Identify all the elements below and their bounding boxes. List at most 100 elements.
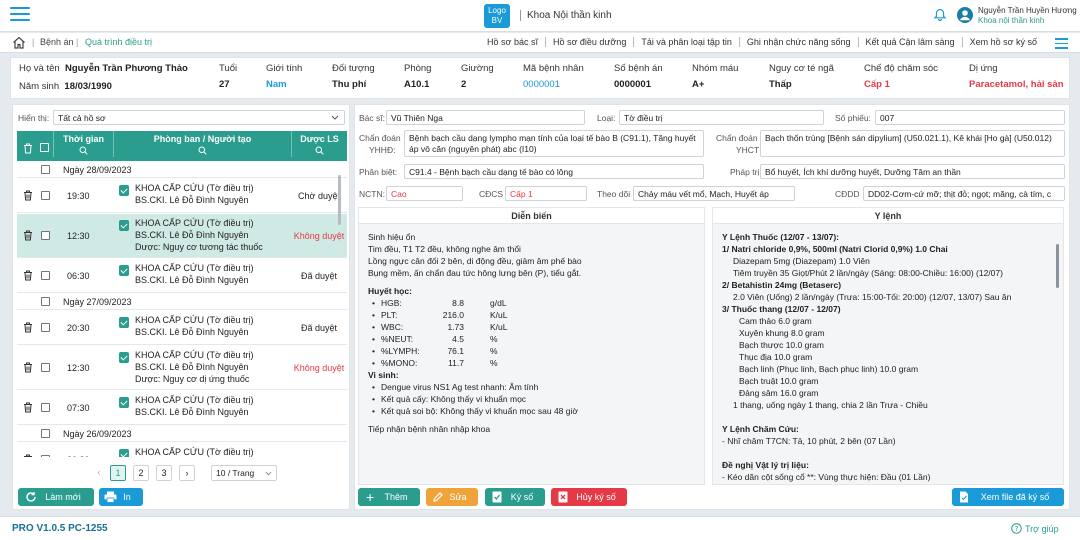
page-3-button[interactable]: 3 bbox=[156, 465, 172, 481]
page-1-button[interactable]: 1 bbox=[110, 465, 126, 481]
user-name[interactable]: Nguyễn Trần Huyền Hương bbox=[978, 6, 1077, 15]
trash-icon[interactable] bbox=[23, 230, 33, 241]
menu-lab-results[interactable]: Kết quả Cận lâm sàng bbox=[857, 37, 962, 47]
table-row[interactable]: 12:30 KHOA CẤP CỨU (Tờ điều trị) BS.CKI. L… bbox=[17, 346, 347, 390]
table-row[interactable]: 20:30KHOA CẤP CỨU (Tờ điều trị)BS.CKI. L… bbox=[17, 311, 347, 345]
diet-field[interactable]: DD02-Cơm-cứ mỡ; thịt đỏ; ngọt; măng, cà … bbox=[863, 186, 1065, 201]
breadcrumb-medical-record[interactable]: Bệnh án bbox=[40, 37, 74, 47]
test-name: HGB: bbox=[381, 298, 402, 308]
diagnosis-modern-field[interactable]: Bệnh bạch cầu dạng lympho mạn tính của l… bbox=[404, 130, 704, 157]
group-checkbox[interactable] bbox=[41, 429, 50, 438]
user-avatar-icon[interactable] bbox=[957, 7, 973, 23]
print-button[interactable]: In bbox=[99, 488, 143, 506]
more-menu-icon[interactable] bbox=[1055, 38, 1068, 49]
row-checkbox[interactable] bbox=[41, 191, 50, 200]
test-name: %NEUT: bbox=[381, 334, 414, 344]
menu-vital-signs[interactable]: Ghi nhận chức năng sống bbox=[738, 37, 858, 47]
order-line: Y Lệnh Chăm Cứu: bbox=[722, 424, 799, 434]
test-name: %LYMPH: bbox=[381, 346, 420, 356]
table-row[interactable]: 19:30 KHOA CẤP CỨU (Tờ điều trị) BS.CKI. L… bbox=[17, 179, 347, 213]
row-doctor: BS.CKI. Lê Đỗ Đình Nguyên bbox=[135, 327, 249, 337]
table-row[interactable]: 06:30 KHOA CẤP CỨU (Tờ điều trị) BS.CKI. L… bbox=[17, 259, 347, 293]
test-unit: g/dL bbox=[490, 298, 507, 308]
row-checkbox[interactable] bbox=[41, 323, 50, 332]
cancel-sign-button[interactable]: Hủy ký số bbox=[551, 488, 627, 506]
signature-icon bbox=[492, 491, 502, 503]
group-date: Ngày 26/09/2023 bbox=[63, 429, 132, 439]
menu-upload-files[interactable]: Tải và phân loại tập tin bbox=[633, 37, 739, 47]
trash-icon[interactable] bbox=[23, 190, 33, 201]
row-status: Không duyệt bbox=[293, 231, 345, 241]
view-signed-file-button[interactable]: Xem file đã ký số bbox=[952, 488, 1064, 506]
row-time: 19:30 bbox=[67, 191, 90, 201]
home-icon[interactable] bbox=[12, 36, 26, 49]
doctor-field[interactable]: Vũ Thiên Nga bbox=[386, 110, 585, 125]
test-value: 4.5 bbox=[452, 334, 464, 344]
care-regime-field[interactable]: Cấp 1 bbox=[505, 186, 587, 201]
ticket-number-field[interactable]: 007 bbox=[875, 110, 1065, 125]
row-checkbox[interactable] bbox=[41, 403, 50, 412]
treatment-sheet-panel: Bác sĩ: Vũ Thiên Nga Loại: Tờ điều trị S… bbox=[354, 104, 1070, 510]
row-time: 06:30 bbox=[67, 271, 90, 281]
order-line: - Nhĩ châm T7CN: Tả, 10 phút, 2 bên (07 … bbox=[722, 436, 896, 446]
patient-name: Nguyễn Trần Phương Thảo bbox=[64, 63, 188, 74]
patient-room: A10.1 bbox=[404, 79, 430, 90]
edit-button[interactable]: Sửa bbox=[426, 488, 478, 506]
test-unit: % bbox=[490, 358, 498, 368]
menu-doctor-records[interactable]: Hồ sơ bác sĩ bbox=[480, 37, 545, 47]
row-checkbox[interactable] bbox=[41, 231, 50, 240]
group-date: Ngày 27/09/2023 bbox=[63, 297, 132, 307]
order-line: Đề nghị Vật lý trị liệu: bbox=[722, 460, 809, 470]
order-line: 2.0 Viên (Uống) 2 lần/ngày (Trưa: 15:00-… bbox=[733, 292, 1012, 302]
order-line: Đảng sâm 16.0 gram bbox=[739, 388, 819, 398]
row-department: KHOA CẤP CỨU (Tờ điều trị) bbox=[135, 263, 254, 273]
microbiology-title: Vi sinh: bbox=[368, 370, 399, 380]
page-size-select[interactable]: 10 / Trang bbox=[211, 465, 277, 481]
row-checkbox[interactable] bbox=[41, 363, 50, 372]
order-line: Bạch linh (Phục linh, Bạch phục linh) 10… bbox=[739, 364, 919, 374]
trash-icon[interactable] bbox=[23, 454, 33, 457]
group-checkbox[interactable] bbox=[41, 165, 50, 174]
menu-icon[interactable] bbox=[10, 7, 30, 23]
footer: PRO V1.0.5 PC-1255 ? Trợ giúp bbox=[0, 516, 1080, 540]
patient-age: 27 bbox=[219, 79, 230, 90]
menu-nurse-records[interactable]: Hồ sơ điều dưỡng bbox=[544, 37, 633, 47]
row-checkbox[interactable] bbox=[41, 271, 50, 280]
table-row[interactable]: 20:30KHOA CẤP CỨU (Tờ điều trị)BS.CKI. L… bbox=[17, 443, 347, 457]
plus-icon: + bbox=[366, 489, 375, 505]
hematology-title: Huyết học: bbox=[368, 286, 412, 296]
table-row[interactable]: 07:30 KHOA CẤP CỨU (Tờ điều trị) BS.CKI. L… bbox=[17, 391, 347, 425]
trash-icon[interactable] bbox=[23, 270, 33, 281]
monitoring-field[interactable]: Chảy máu vết mổ, Mạch, Huyết áp bbox=[633, 186, 795, 201]
trash-icon[interactable] bbox=[23, 362, 33, 373]
date-group-row: Ngày 27/09/2023 bbox=[17, 294, 347, 310]
treatment-method-field[interactable]: Bổ huyết, Ích khí dưỡng huyết, Dưỡng Tâm… bbox=[760, 164, 1065, 179]
sign-button[interactable]: Ký số bbox=[485, 488, 545, 506]
type-field[interactable]: Tờ điều trị bbox=[619, 110, 824, 125]
refresh-button[interactable]: Làm mới bbox=[18, 488, 94, 506]
trash-icon[interactable] bbox=[23, 322, 33, 333]
nctn-field[interactable]: Cao bbox=[386, 186, 463, 201]
add-button[interactable]: + Thêm bbox=[358, 488, 420, 506]
row-checkbox[interactable] bbox=[41, 455, 50, 457]
menu-signed-records[interactable]: Xem hồ sơ ký số bbox=[961, 37, 1044, 47]
help-link[interactable]: Trợ giúp bbox=[1025, 524, 1059, 534]
next-page-button[interactable]: › bbox=[179, 465, 195, 481]
page-2-button[interactable]: 2 bbox=[133, 465, 149, 481]
differential-diagnosis-field[interactable]: C91.4 - Bệnh bạch cầu dạng tế bào có lôn… bbox=[404, 164, 704, 179]
trash-icon[interactable] bbox=[23, 402, 33, 413]
group-checkbox[interactable] bbox=[41, 297, 50, 306]
order-line: 1/ Natri chloride 0,9%, 500ml (Natri Clo… bbox=[722, 244, 948, 254]
table-row[interactable]: 12:30 KHOA CẤP CỨU (Tờ điều trị) BS.CKI. L… bbox=[17, 214, 347, 258]
test-value: 76.1 bbox=[447, 346, 464, 356]
microbiology-line: Dengue virus NS1 Ag test nhanh: Âm tính bbox=[381, 382, 539, 392]
chevron-down-icon bbox=[265, 471, 272, 476]
prev-page-button[interactable]: ‹ bbox=[91, 465, 107, 481]
help-icon[interactable]: ? bbox=[1011, 523, 1022, 534]
diagnosis-traditional-field[interactable]: Bạch thốn trùng [Bệnh sán dipylium] (U50… bbox=[760, 130, 1065, 157]
bell-icon[interactable] bbox=[933, 8, 947, 22]
test-unit: K/uL bbox=[490, 310, 508, 320]
orders-scrollbar[interactable] bbox=[1056, 244, 1059, 288]
breadcrumb-treatment-process[interactable]: Quá trình điều trị bbox=[85, 37, 152, 47]
table-scrollbar[interactable] bbox=[338, 175, 341, 225]
